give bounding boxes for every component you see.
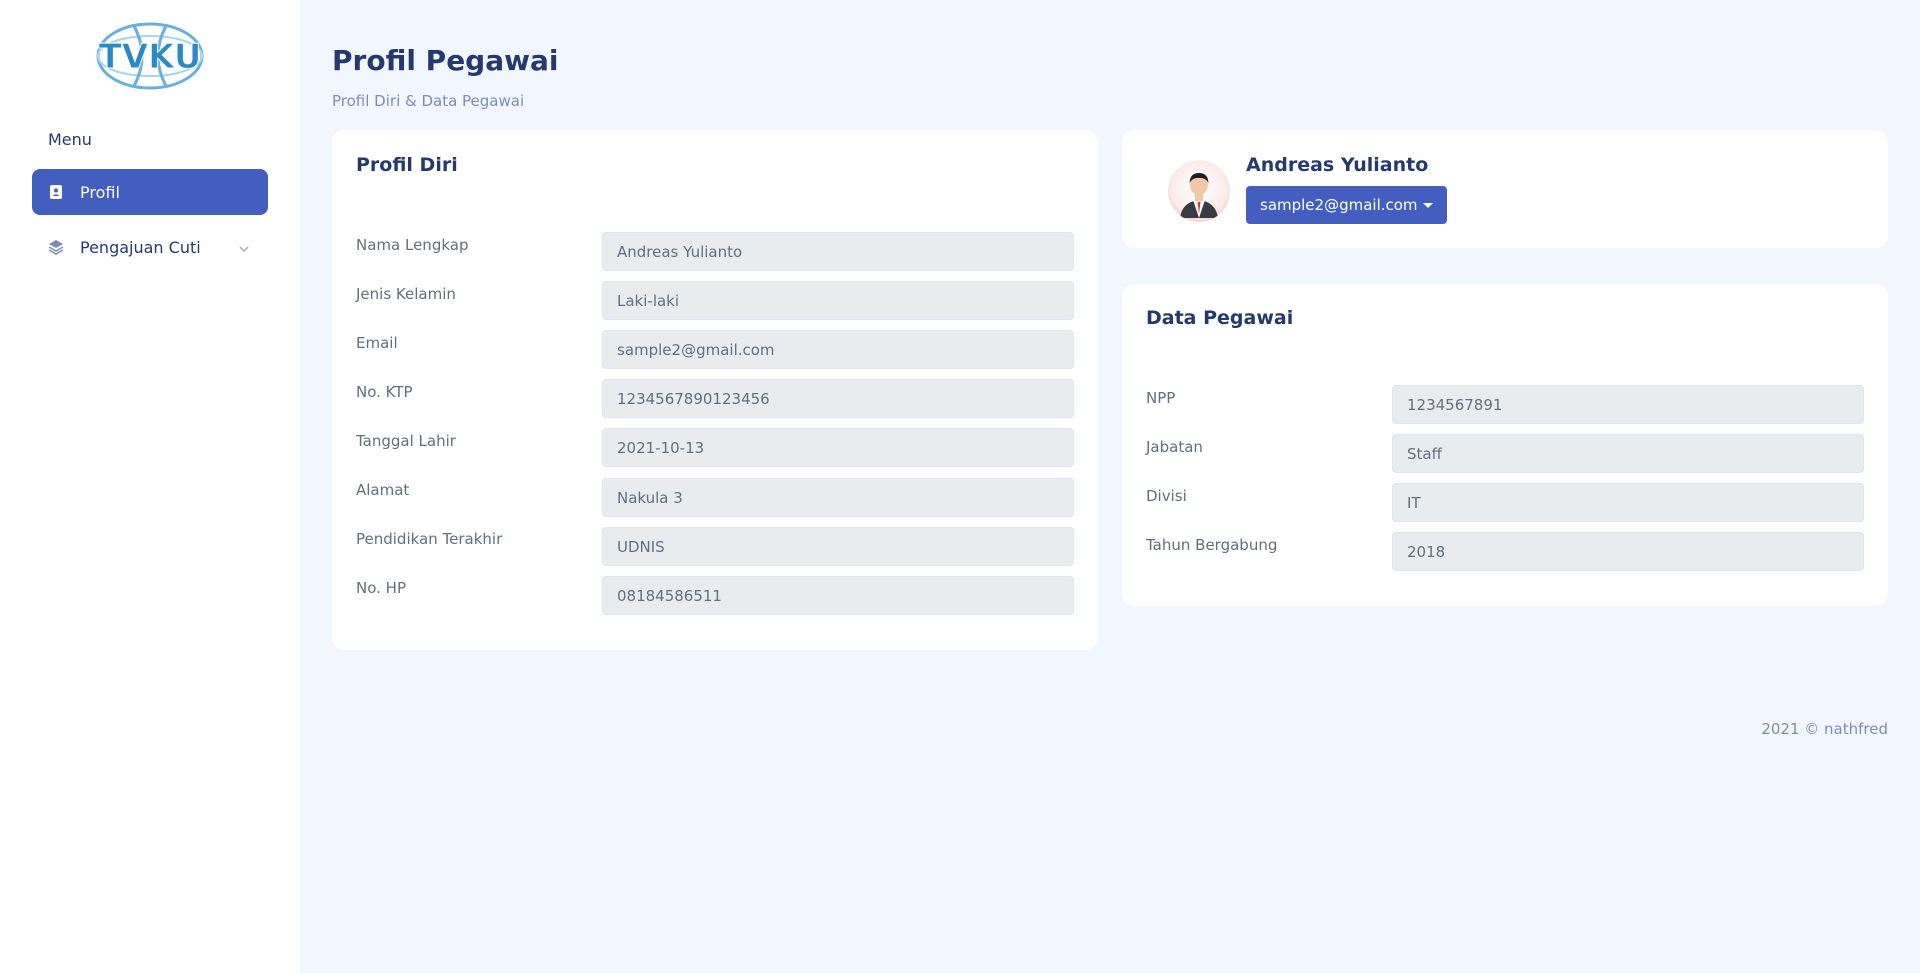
no-hp-field[interactable]: 08184586511 bbox=[602, 576, 1074, 615]
jenis-kelamin-field[interactable]: Laki-laki bbox=[602, 281, 1074, 320]
sidebar-item-label: Pengajuan Cuti bbox=[80, 237, 201, 257]
tahun-bergabung-field[interactable]: 2018 bbox=[1392, 532, 1864, 571]
npp-field[interactable]: 1234567891 bbox=[1392, 385, 1864, 424]
nama-lengkap-field[interactable]: Andreas Yulianto bbox=[602, 232, 1074, 271]
user-card bbox=[1122, 130, 1888, 248]
contact-book-icon bbox=[48, 184, 64, 200]
user-email-dropdown-button[interactable]: sample2@gmail.com bbox=[1246, 186, 1447, 224]
user-email-label: sample2@gmail.com bbox=[1260, 196, 1418, 214]
alamat-field[interactable]: Nakula 3 bbox=[602, 478, 1074, 517]
label-npp: NPP bbox=[1146, 389, 1176, 407]
jabatan-field[interactable]: Staff bbox=[1392, 434, 1864, 473]
tanggal-lahir-field[interactable]: 2021-10-13 bbox=[602, 428, 1074, 467]
label-no-ktp: No. KTP bbox=[356, 383, 413, 401]
label-nama-lengkap: Nama Lengkap bbox=[356, 236, 469, 254]
sidebar-item-profil[interactable]: Profil bbox=[32, 169, 268, 215]
page-subtitle: Profil Diri & Data Pegawai bbox=[332, 92, 525, 110]
label-email: Email bbox=[356, 334, 398, 352]
sidebar-menu-title: Menu bbox=[48, 130, 92, 149]
label-no-hp: No. HP bbox=[356, 579, 406, 597]
user-name: Andreas Yulianto bbox=[1246, 154, 1429, 176]
label-tanggal-lahir: Tanggal Lahir bbox=[356, 432, 456, 450]
no-ktp-field[interactable]: 1234567890123456 bbox=[602, 379, 1074, 418]
sidebar: TVKU Menu Profil Pengajuan Cuti bbox=[0, 0, 300, 973]
footer-copyright: 2021 © nathfred bbox=[1761, 720, 1888, 738]
label-tahun-bergabung: Tahun Bergabung bbox=[1146, 536, 1278, 554]
tvku-logo[interactable]: TVKU bbox=[94, 20, 206, 92]
label-jenis-kelamin: Jenis Kelamin bbox=[356, 285, 456, 303]
svg-text:TVKU: TVKU bbox=[99, 37, 202, 77]
avatar bbox=[1168, 160, 1230, 222]
label-jabatan: Jabatan bbox=[1146, 438, 1203, 456]
label-pendidikan-terakhir: Pendidikan Terakhir bbox=[356, 530, 503, 548]
sidebar-item-label: Profil bbox=[80, 182, 120, 202]
data-pegawai-title: Data Pegawai bbox=[1146, 307, 1294, 329]
caret-down-icon bbox=[1422, 202, 1433, 208]
divisi-field[interactable]: IT bbox=[1392, 483, 1864, 522]
chevron-down-icon bbox=[238, 240, 250, 252]
pendidikan-terakhir-field[interactable]: UDNIS bbox=[602, 527, 1074, 566]
layers-icon bbox=[48, 239, 64, 255]
email-field[interactable]: sample2@gmail.com bbox=[602, 330, 1074, 369]
profil-diri-title: Profil Diri bbox=[356, 154, 458, 176]
sidebar-item-pengajuan-cuti[interactable]: Pengajuan Cuti bbox=[32, 224, 268, 270]
page-title: Profil Pegawai bbox=[332, 44, 559, 77]
label-divisi: Divisi bbox=[1146, 487, 1187, 505]
label-alamat: Alamat bbox=[356, 481, 410, 499]
